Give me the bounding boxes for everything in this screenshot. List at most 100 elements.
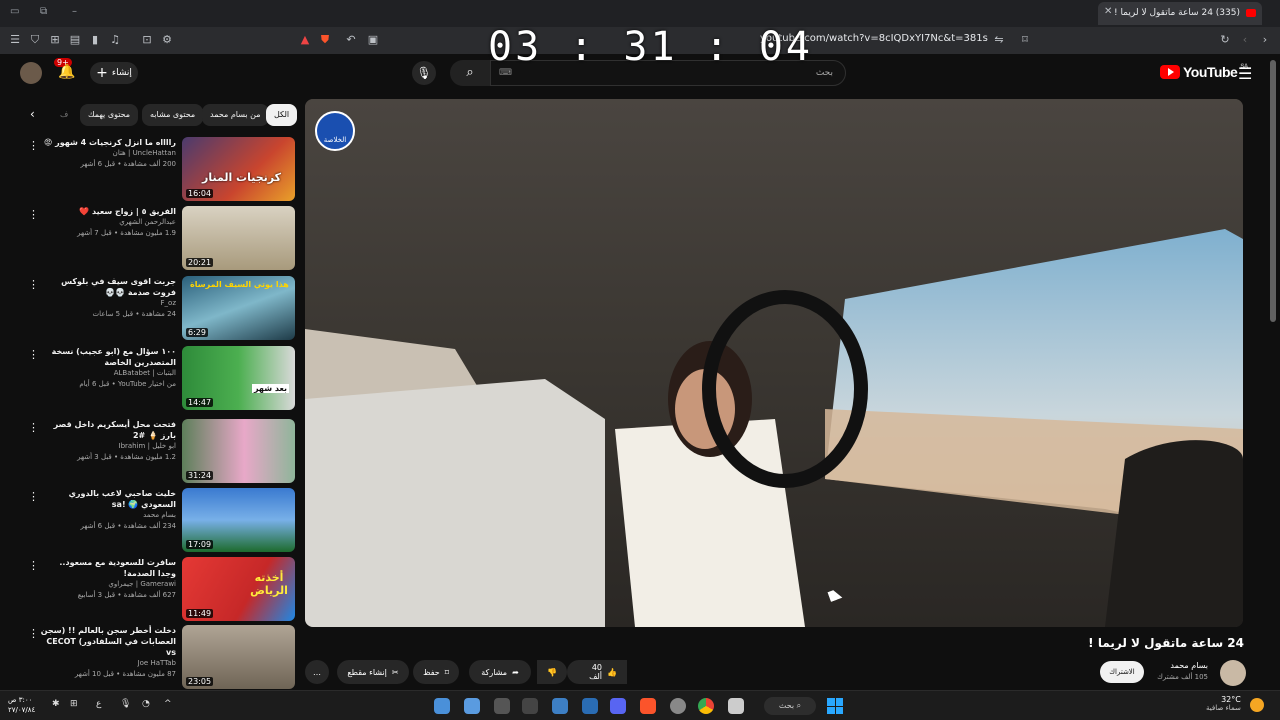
sidebar-icon[interactable]: ▮ [88, 33, 102, 47]
channel-name[interactable]: بسام محمد [1170, 661, 1208, 670]
more-options-icon[interactable]: ⋮ [28, 490, 39, 503]
taskbar-app-icon[interactable] [434, 698, 450, 714]
site-settings-icon[interactable]: ⇋ [992, 33, 1006, 47]
hamburger-menu-icon[interactable]: ☰ [1238, 64, 1252, 83]
channel-name[interactable]: البتبات | ALBatabet [40, 368, 176, 379]
back-icon[interactable]: ‹ [1238, 33, 1252, 47]
gear-icon[interactable]: ⚙ [160, 33, 174, 47]
video-thumbnail[interactable]: 20:21 [182, 206, 295, 270]
list-item[interactable]: ⋮ فتحت محل أيسكريم داخل قصر بارز 🍦 #2 اب… [0, 419, 300, 483]
chip-similar[interactable]: محتوى مشابه [142, 104, 204, 126]
chip-all[interactable]: الكل [266, 104, 298, 126]
channel-name[interactable]: UncleHattan | هتان [40, 148, 176, 159]
discord-icon[interactable] [610, 698, 626, 714]
reload-icon[interactable]: ↻ [1218, 33, 1232, 47]
list-item[interactable]: ⋮ سافرت للسعودية مع مسعود.. وجدا الصدمة!… [0, 557, 300, 621]
list-item[interactable]: ⋮ ١٠٠ سؤال مع (ابو عجيب) نسخة المتصدرين … [0, 346, 300, 410]
screenshot-icon[interactable]: ⊡ [140, 33, 154, 47]
chip-from-channel[interactable]: من بسام محمد [202, 104, 269, 126]
video-thumbnail[interactable]: 23:05 [182, 625, 295, 689]
chip-for-you[interactable]: محتوى يهمك [80, 104, 139, 126]
video-title[interactable]: دخلت أخطر سجن بالعالم !! (سجن العصابات ف… [40, 625, 176, 658]
forward-icon[interactable]: › [1258, 33, 1272, 47]
video-title[interactable]: خليت صاحبي لاعب بالدوري السعودي 🌍 !sa [40, 488, 176, 510]
close-tab-icon[interactable]: ✕ [1104, 6, 1112, 17]
video-thumbnail[interactable]: بعد شهر 14:47 [182, 346, 295, 410]
brave-icon[interactable] [640, 698, 656, 714]
video-title[interactable]: جربت اقوى سيف في بلوكس فروت صدمة 💀💀 [40, 276, 176, 298]
channel-name[interactable]: ابو خليل | Ibrahim [40, 441, 177, 452]
microphone-icon[interactable]: 🎙 [120, 699, 131, 709]
youtube-logo[interactable]: YouTube SA [1160, 64, 1248, 80]
notification-icon[interactable]: ✱ [52, 699, 60, 709]
channel-watermark[interactable]: الخلاصة [315, 111, 355, 151]
restore-icon[interactable]: ⧉ [40, 6, 47, 17]
window-menu-icon[interactable]: ▭ [10, 6, 19, 17]
weather-widget[interactable]: 32°C سماء صافية [1206, 695, 1241, 712]
channel-name[interactable]: بسام محمد [40, 510, 176, 521]
subscribe-button[interactable]: الاشتراك [1100, 661, 1144, 683]
minimize-icon[interactable]: – [72, 6, 77, 17]
taskbar-app-icon[interactable] [464, 698, 480, 714]
video-title[interactable]: سافرت للسعودية مع مسعود.. وجدا الصدمة! [40, 557, 176, 579]
list-item[interactable]: ⋮ خليت صاحبي لاعب بالدوري السعودي 🌍 !sa … [0, 488, 300, 552]
more-options-icon[interactable]: ⋮ [28, 139, 39, 152]
chrome-icon[interactable] [698, 698, 714, 714]
input-language-icon[interactable]: ع [96, 699, 101, 709]
list-item[interactable]: ⋮ دخلت أخطر سجن بالعالم !! (سجن العصابات… [0, 625, 300, 689]
more-options-icon[interactable]: ⋮ [28, 559, 39, 572]
extensions-icon[interactable]: ⊞ [48, 33, 62, 47]
brave-shield-icon[interactable]: ⛊ [318, 33, 332, 47]
file-explorer-icon[interactable] [728, 698, 744, 714]
video-thumbnail[interactable]: 31:24 [182, 419, 295, 483]
more-options-icon[interactable]: ⋮ [28, 208, 39, 221]
search-button[interactable]: ⌕ [450, 60, 490, 86]
clip-button[interactable]: ✂ إنشاء مقطع [337, 660, 409, 684]
taskbar-search[interactable]: ⌕ بحث [764, 697, 816, 715]
channel-name[interactable]: Gamerawi | جيمراوي [40, 579, 176, 590]
taskbar-app-icon[interactable] [494, 698, 510, 714]
music-icon[interactable]: ♫ [108, 33, 122, 47]
list-item[interactable]: ⋮ الفريق ٥ | زواج سعيد ❤️ عبدالرحمن الشه… [0, 206, 300, 270]
shield-icon[interactable]: ⛉ [28, 33, 42, 47]
windows-start-icon[interactable] [827, 698, 843, 714]
share-button[interactable]: ➦ مشاركة [469, 660, 531, 684]
create-button[interactable]: إنشاء + [90, 62, 138, 84]
chevron-up-icon[interactable]: ^ [164, 699, 172, 709]
steam-icon[interactable] [582, 698, 598, 714]
video-player[interactable]: الخلاصة [305, 99, 1243, 627]
page-scrollbar[interactable] [1270, 60, 1276, 322]
alert-icon[interactable]: ▲ [298, 33, 312, 47]
taskbar-app-icon[interactable] [522, 698, 538, 714]
video-thumbnail[interactable]: 17:09 [182, 488, 295, 552]
channel-name[interactable]: Joe HaTTab [40, 658, 176, 669]
undo-icon[interactable]: ↶ [344, 33, 358, 47]
video-title[interactable]: فتحت محل أيسكريم داخل قصر بارز 🍦 #2 [40, 419, 176, 441]
tab-search-icon[interactable]: ▤ [68, 33, 82, 47]
language-icon[interactable]: ⊞ [70, 699, 78, 709]
system-clock[interactable]: ٣:٠٠ ص ٢٧/٠٧/٨٤ [8, 695, 35, 715]
channel-name[interactable]: عبدالرحمن الشهري [40, 217, 176, 228]
bookmark-icon[interactable]: ⌑ [1018, 33, 1032, 47]
settings-icon[interactable] [670, 698, 686, 714]
more-actions-button[interactable]: … [305, 660, 329, 684]
browser-tab-active[interactable]: ✕ (335) 24 ساعة ماتقول لا لريما ! [1098, 2, 1262, 25]
like-button[interactable]: 👍 40 ألف [567, 660, 627, 684]
more-options-icon[interactable]: ⋮ [28, 627, 39, 640]
more-options-icon[interactable]: ⋮ [28, 278, 39, 291]
channel-name[interactable]: F_oz [40, 298, 176, 309]
picture-in-picture-icon[interactable]: ▣ [366, 33, 380, 47]
video-title[interactable]: الفريق ٥ | زواج سعيد ❤️ [40, 206, 176, 217]
video-thumbnail[interactable]: كرنجيات المنار 16:04 [182, 137, 295, 201]
video-thumbnail[interactable]: هذا يوتي السيف المرساة 6:29 [182, 276, 295, 340]
video-title[interactable]: ١٠٠ سؤال مع (ابو عجيب) نسخة المتصدرين ال… [40, 346, 176, 368]
list-item[interactable]: ⋮ جربت اقوى سيف في بلوكس فروت صدمة 💀💀 F_… [0, 276, 300, 340]
voice-search-button[interactable]: 🎙 [412, 61, 436, 85]
dislike-button[interactable]: 👎 [537, 660, 567, 684]
taskbar-app-icon[interactable] [552, 698, 568, 714]
wifi-icon[interactable]: ◔ [142, 699, 150, 709]
menu-icon[interactable]: ☰ [8, 33, 22, 47]
bell-icon[interactable]: 🔔 [58, 64, 75, 80]
account-avatar[interactable] [20, 62, 42, 84]
chevron-left-icon[interactable]: ‹ [30, 107, 35, 121]
